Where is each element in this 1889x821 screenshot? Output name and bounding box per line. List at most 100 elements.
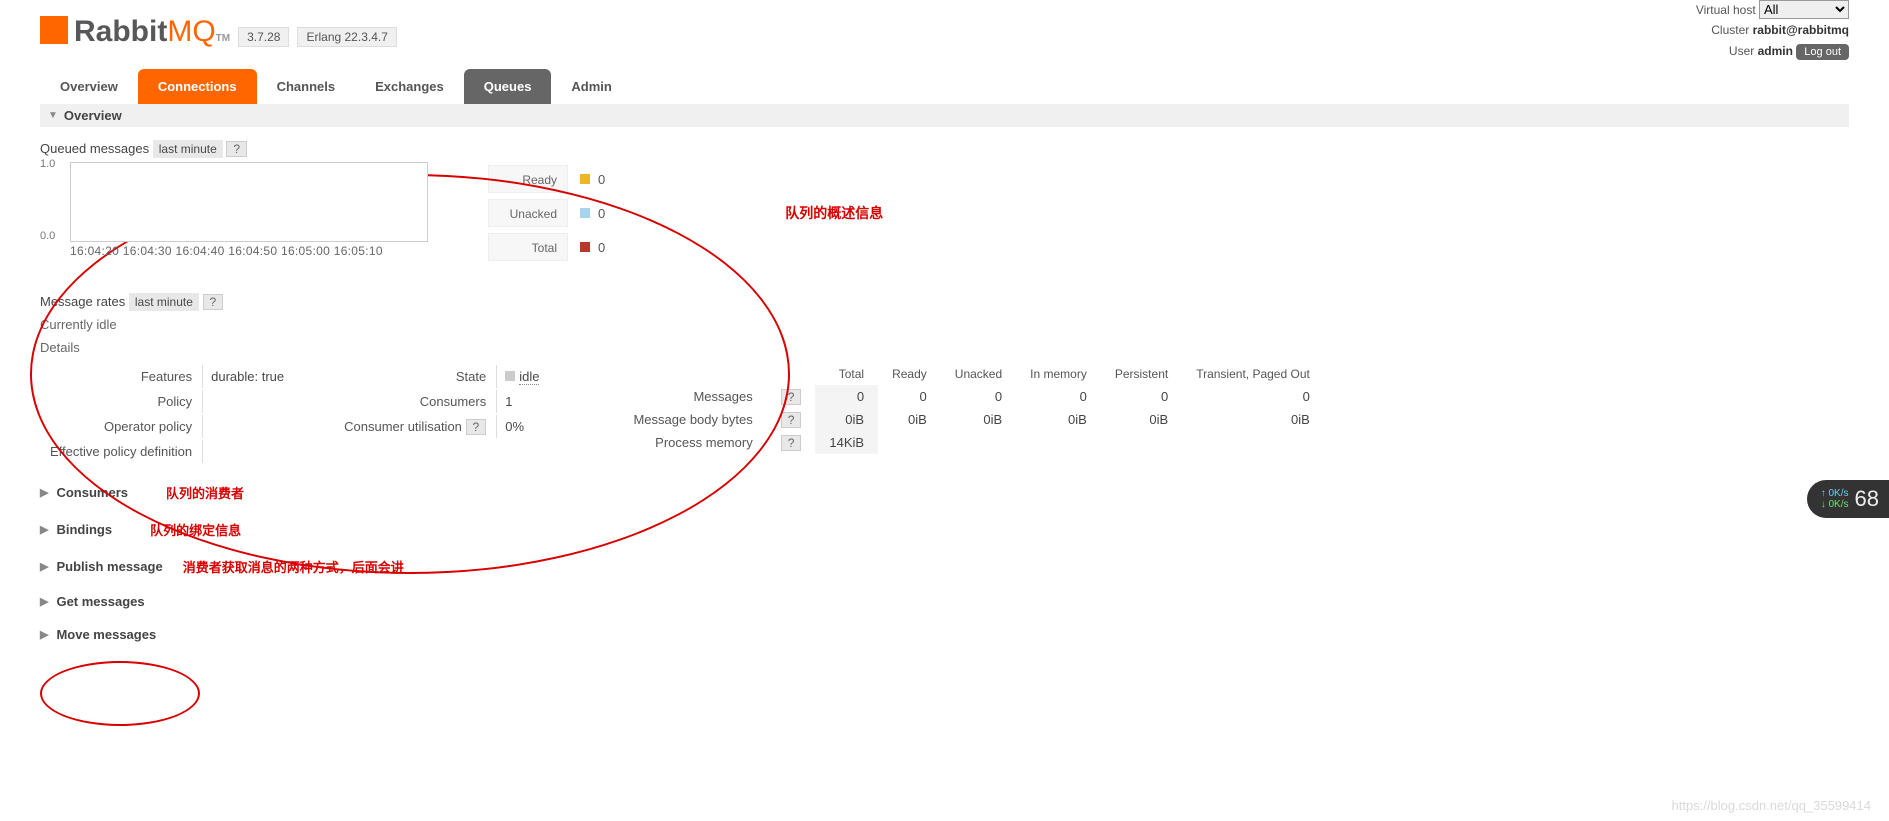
legend-total-label: Total — [488, 233, 568, 261]
col-ready: Ready — [878, 363, 941, 385]
row-mbb-help-icon[interactable]: ? — [781, 412, 802, 428]
cutil-help-icon[interactable]: ? — [466, 419, 487, 435]
cluster-label: Cluster — [1711, 23, 1749, 37]
chart-area — [70, 162, 428, 242]
section-overview-title: Overview — [64, 108, 122, 123]
legend-unacked-swatch — [580, 208, 590, 218]
tab-connections[interactable]: Connections — [138, 69, 257, 104]
row-pmem-help-icon[interactable]: ? — [781, 435, 802, 451]
vhost-select[interactable]: All — [1759, 0, 1849, 19]
tab-exchanges[interactable]: Exchanges — [355, 69, 464, 104]
main-tabs: Overview Connections Channels Exchanges … — [40, 69, 1849, 104]
details-table-left: Features durable: true Policy Operator p… — [40, 363, 294, 465]
mbb-unacked: 0iB — [941, 408, 1016, 431]
rates-period[interactable]: last minute — [129, 293, 199, 311]
expander-bindings[interactable]: ▶ Bindings 队列的绑定信息 — [40, 520, 1849, 539]
cluster-value: rabbit@rabbitmq — [1753, 23, 1849, 37]
stats-table: Total Ready Unacked In memory Persistent… — [619, 363, 1323, 454]
chevron-right-icon: ▶ — [40, 560, 48, 573]
messages-total: 0 — [815, 385, 878, 408]
expander-get-label: Get messages — [56, 594, 144, 609]
net-down: 0K/s — [1829, 499, 1849, 510]
mbb-inmem: 0iB — [1016, 408, 1101, 431]
annotation-bindings: 队列的绑定信息 — [150, 520, 241, 539]
rates-label: Message rates — [40, 294, 125, 309]
queued-period[interactable]: last minute — [153, 140, 223, 158]
policy-label: Policy — [42, 390, 200, 413]
chevron-down-icon: ▼ — [48, 110, 58, 121]
chevron-right-icon: ▶ — [40, 523, 48, 536]
mbb-persist: 0iB — [1101, 408, 1182, 431]
messages-trans: 0 — [1182, 385, 1324, 408]
legend-ready-swatch — [580, 174, 590, 184]
logout-button[interactable]: Log out — [1796, 44, 1849, 60]
features-value: durable: true — [202, 365, 292, 388]
logo-text: Rabbit — [74, 15, 167, 49]
tab-admin[interactable]: Admin — [551, 69, 631, 104]
net-big: 68 — [1855, 486, 1879, 512]
cutil-value: 0% — [496, 415, 547, 438]
rates-idle: Currently idle — [40, 317, 1849, 332]
queued-messages-label: Queued messages — [40, 141, 149, 156]
tab-overview[interactable]: Overview — [40, 69, 138, 104]
state-swatch-icon — [505, 371, 515, 381]
messages-unacked: 0 — [941, 385, 1016, 408]
version-badge: 3.7.28 — [238, 27, 289, 47]
vhost-label: Virtual host — [1696, 3, 1756, 17]
logo: RabbitMQ TM — [40, 13, 230, 49]
col-inmemory: In memory — [1016, 363, 1101, 385]
chart-x-ticks: 16:04:20 16:04:30 16:04:40 16:04:50 16:0… — [70, 244, 428, 258]
chart-y-bottom: 0.0 — [40, 230, 55, 242]
user-label: User — [1729, 44, 1754, 58]
state-value: idle — [519, 369, 539, 385]
row-pmem-label: Process memory — [619, 431, 766, 454]
expander-bindings-label: Bindings — [56, 522, 112, 537]
legend-ready-label: Ready — [488, 165, 568, 193]
logo-tm: TM — [216, 33, 230, 44]
col-unacked: Unacked — [941, 363, 1016, 385]
col-transient: Transient, Paged Out — [1182, 363, 1324, 385]
expander-publish-label: Publish message — [56, 559, 162, 574]
details-table-mid: State idle Consumers 1 Consumer utilisat… — [334, 363, 549, 440]
expander-get[interactable]: ▶ Get messages — [40, 594, 1849, 609]
queued-legend: Ready 0 Unacked 0 Total 0 — [488, 162, 605, 264]
cutil-label: Consumer utilisation — [344, 419, 462, 434]
chevron-right-icon: ▶ — [40, 628, 48, 641]
mbb-ready: 0iB — [878, 408, 941, 431]
expander-publish[interactable]: ▶ Publish message 消费者获取消息的两种方式，后面会讲 — [40, 557, 1849, 576]
col-total: Total — [815, 363, 878, 385]
messages-ready: 0 — [878, 385, 941, 408]
state-label: State — [336, 365, 494, 388]
section-overview-header[interactable]: ▼ Overview — [40, 104, 1849, 127]
queued-help-icon[interactable]: ? — [226, 141, 247, 157]
legend-total-value: 0 — [598, 240, 605, 255]
rates-help-icon[interactable]: ? — [203, 294, 224, 310]
tab-channels[interactable]: Channels — [257, 69, 356, 104]
features-label: Features — [42, 365, 200, 388]
rabbitmq-icon — [40, 16, 68, 44]
expander-move[interactable]: ▶ Move messages — [40, 627, 1849, 642]
messages-inmem: 0 — [1016, 385, 1101, 408]
consumers-label: Consumers — [336, 390, 494, 413]
expander-consumers[interactable]: ▶ Consumers 队列的消费者 — [40, 483, 1849, 502]
row-mbb-label: Message body bytes — [619, 408, 766, 431]
annotation-ellipse-pubget — [40, 661, 200, 726]
annotation-consumers: 队列的消费者 — [166, 483, 244, 502]
mbb-trans: 0iB — [1182, 408, 1324, 431]
legend-unacked-value: 0 — [598, 206, 605, 221]
queued-chart: 1.0 0.0 16:04:20 16:04:30 16:04:40 16:04… — [40, 162, 428, 258]
legend-ready-value: 0 — [598, 172, 605, 187]
network-widget: ↑ 0K/s ↓ 0K/s 68 — [1807, 480, 1889, 518]
header-right: Virtual host All Cluster rabbit@rabbitmq… — [1696, 0, 1849, 61]
expander-move-label: Move messages — [56, 627, 156, 642]
chevron-right-icon: ▶ — [40, 486, 48, 499]
details-title: Details — [40, 340, 1849, 355]
legend-unacked-label: Unacked — [488, 199, 568, 227]
legend-total-swatch — [580, 242, 590, 252]
annotation-pubget: 消费者获取消息的两种方式，后面会讲 — [183, 557, 404, 576]
operator-policy-label: Operator policy — [42, 415, 200, 438]
row-messages-help-icon[interactable]: ? — [781, 389, 802, 405]
tab-queues[interactable]: Queues — [464, 69, 552, 104]
mbb-total: 0iB — [815, 408, 878, 431]
annotation-overview: 队列的概述信息 — [785, 203, 883, 223]
